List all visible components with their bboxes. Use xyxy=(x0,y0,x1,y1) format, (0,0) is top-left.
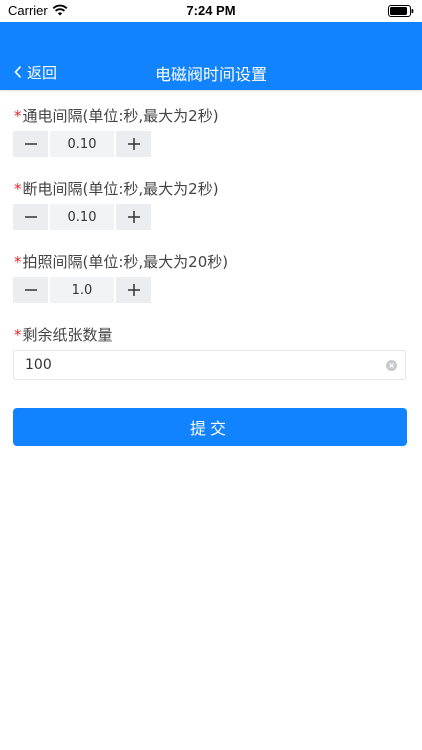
plus-icon xyxy=(127,138,140,150)
minus-icon xyxy=(24,289,37,291)
paper-count-text: 剩余纸张数量 xyxy=(22,326,113,344)
power-on-interval-label: *通电间隔(单位:秒,最大为2秒) xyxy=(14,105,219,126)
photo-interval-stepper: 1.0 xyxy=(13,277,151,303)
page-title: 电磁阀时间设置 xyxy=(154,65,267,84)
status-bar: Carrier 7:24 PM xyxy=(0,0,422,22)
photo-interval-text: 拍照间隔(单位:秒,最大为20秒) xyxy=(22,253,229,271)
nav-bar: 返回 电磁阀时间设置 xyxy=(0,22,422,90)
plus-icon xyxy=(127,211,140,223)
plus-icon xyxy=(127,284,140,296)
clear-icon[interactable] xyxy=(386,359,397,371)
paper-count-field xyxy=(13,350,406,380)
power-off-interval-text: 断电间隔(单位:秒,最大为2秒) xyxy=(22,180,219,198)
increment-button[interactable] xyxy=(116,204,151,230)
power-off-interval-stepper: 0.10 xyxy=(13,204,151,230)
required-mark: * xyxy=(14,107,22,125)
photo-interval-value[interactable]: 1.0 xyxy=(50,277,114,303)
status-time: 7:24 PM xyxy=(186,3,236,18)
increment-button[interactable] xyxy=(116,131,151,157)
power-off-interval-label: *断电间隔(单位:秒,最大为2秒) xyxy=(14,178,219,199)
power-on-interval-stepper: 0.10 xyxy=(13,131,151,157)
required-mark: * xyxy=(14,180,22,198)
photo-interval-label: *拍照间隔(单位:秒,最大为20秒) xyxy=(14,251,228,272)
paper-count-label: *剩余纸张数量 xyxy=(14,324,113,345)
submit-button[interactable]: 提交 xyxy=(13,408,407,446)
decrement-button[interactable] xyxy=(13,131,48,157)
power-off-interval-value[interactable]: 0.10 xyxy=(50,204,114,230)
required-mark: * xyxy=(14,253,22,271)
minus-icon xyxy=(24,216,37,218)
minus-icon xyxy=(24,143,37,145)
decrement-button[interactable] xyxy=(13,277,48,303)
required-mark: * xyxy=(14,326,22,344)
increment-button[interactable] xyxy=(116,277,151,303)
power-on-interval-value[interactable]: 0.10 xyxy=(50,131,114,157)
power-on-interval-text: 通电间隔(单位:秒,最大为2秒) xyxy=(22,107,219,125)
paper-count-input[interactable] xyxy=(14,351,386,379)
battery-icon xyxy=(388,5,414,17)
decrement-button[interactable] xyxy=(13,204,48,230)
